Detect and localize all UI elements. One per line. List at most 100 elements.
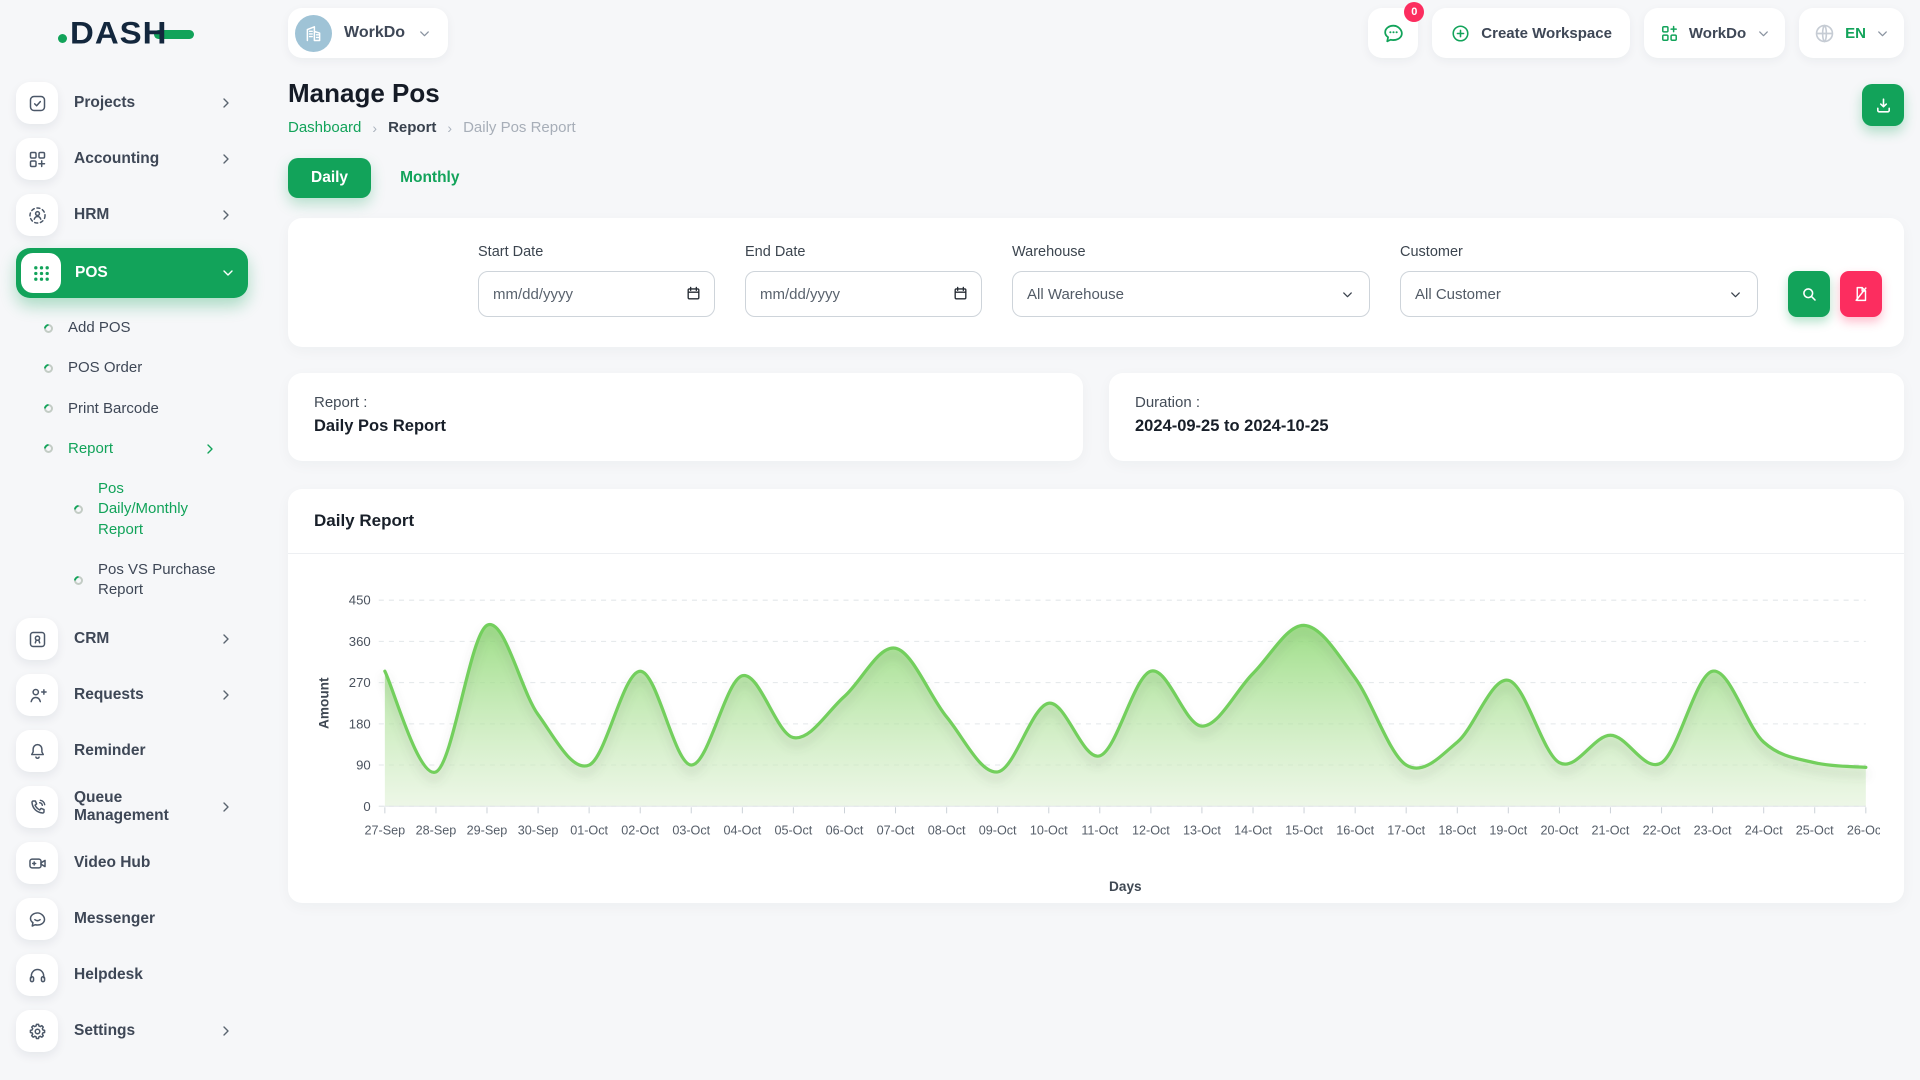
search-button[interactable] bbox=[1788, 271, 1830, 317]
chevron-separator-icon: › bbox=[447, 120, 452, 136]
sidebar-item-helpdesk[interactable]: Helpdesk bbox=[16, 952, 248, 998]
sidebar-item-label: Accounting bbox=[74, 150, 218, 168]
warehouse-select[interactable]: All Warehouse bbox=[1012, 271, 1370, 317]
gear-icon bbox=[16, 1010, 58, 1052]
end-date-input[interactable] bbox=[745, 271, 982, 317]
svg-text:17-Oct: 17-Oct bbox=[1387, 824, 1425, 838]
sidebar-item-label: Helpdesk bbox=[74, 966, 234, 984]
svg-text:19-Oct: 19-Oct bbox=[1489, 824, 1527, 838]
svg-text:08-Oct: 08-Oct bbox=[928, 824, 966, 838]
svg-text:21-Oct: 21-Oct bbox=[1592, 824, 1630, 838]
tab-monthly[interactable]: Monthly bbox=[377, 158, 482, 198]
svg-text:13-Oct: 13-Oct bbox=[1183, 824, 1221, 838]
workspace-selector[interactable]: WorkDo bbox=[288, 8, 448, 58]
chevron-right-icon bbox=[218, 1023, 234, 1039]
download-button[interactable] bbox=[1862, 84, 1904, 126]
bullet-icon bbox=[42, 362, 55, 375]
bell-icon bbox=[16, 730, 58, 772]
sidebar-item-label: Requests bbox=[74, 686, 218, 704]
duration-summary-card: Duration : 2024-09-25 to 2024-10-25 bbox=[1109, 373, 1904, 461]
sidebar-subitem-print-barcode[interactable]: Print Barcode bbox=[16, 389, 248, 429]
y-axis-title: Amount bbox=[316, 677, 331, 729]
svg-text:0: 0 bbox=[363, 799, 370, 814]
breadcrumb-dashboard[interactable]: Dashboard bbox=[288, 119, 361, 136]
download-icon bbox=[1874, 96, 1893, 115]
svg-text:03-Oct: 03-Oct bbox=[672, 824, 710, 838]
sidebar-item-label: Settings bbox=[74, 1022, 218, 1040]
svg-text:360: 360 bbox=[349, 634, 371, 649]
warehouse-select-value: All Warehouse bbox=[1027, 286, 1124, 303]
sidebar-item-hrm[interactable]: HRM bbox=[16, 192, 248, 238]
sidebar-subitem-report[interactable]: Report bbox=[16, 429, 248, 469]
sidebar-item-label: Video Hub bbox=[74, 854, 234, 872]
reset-button[interactable] bbox=[1840, 271, 1882, 317]
svg-text:18-Oct: 18-Oct bbox=[1438, 824, 1476, 838]
sidebar-item-requests[interactable]: Requests bbox=[16, 672, 248, 718]
sidebar-subitem-label: Pos Daily/Monthly Report bbox=[98, 479, 218, 540]
workspace-name: WorkDo bbox=[344, 24, 405, 42]
svg-text:09-Oct: 09-Oct bbox=[979, 824, 1017, 838]
create-workspace-button[interactable]: Create Workspace bbox=[1432, 8, 1630, 58]
phone-icon bbox=[16, 786, 58, 828]
sidebar-subitem-label: Print Barcode bbox=[68, 399, 218, 419]
chat-icon bbox=[16, 898, 58, 940]
svg-text:15-Oct: 15-Oct bbox=[1285, 824, 1323, 838]
svg-text:06-Oct: 06-Oct bbox=[826, 824, 864, 838]
reset-icon bbox=[1852, 285, 1870, 303]
topbar: DASH WorkDo 0 Create Workspace WorkDo bbox=[0, 0, 1920, 66]
customer-select-value: All Customer bbox=[1415, 286, 1501, 303]
sidebar-subitem-label: Add POS bbox=[68, 318, 218, 338]
tab-daily[interactable]: Daily bbox=[288, 158, 371, 198]
sidebar-item-accounting[interactable]: Accounting bbox=[16, 136, 248, 182]
video-icon bbox=[16, 842, 58, 884]
daily-report-chart: 09018027036045027-Sep28-Sep29-Sep30-Sep0… bbox=[288, 554, 1904, 903]
chevron-right-icon bbox=[218, 95, 234, 111]
page-header: Manage Pos Dashboard › Report › Daily Po… bbox=[288, 78, 1904, 136]
topbar-right: 0 Create Workspace WorkDo EN bbox=[1368, 8, 1904, 58]
svg-text:22-Oct: 22-Oct bbox=[1643, 824, 1681, 838]
sidebar-item-messenger[interactable]: Messenger bbox=[16, 896, 248, 942]
sidebar-item-queue-management[interactable]: Queue Management bbox=[16, 784, 248, 830]
breadcrumb-report[interactable]: Report bbox=[388, 119, 436, 136]
create-workspace-label: Create Workspace bbox=[1481, 25, 1612, 42]
sidebar-item-settings[interactable]: Settings bbox=[16, 1008, 248, 1054]
bullet-icon bbox=[42, 322, 55, 335]
sidebar-item-crm[interactable]: CRM bbox=[16, 616, 248, 662]
start-date-field: Start Date bbox=[478, 244, 715, 317]
customer-select[interactable]: All Customer bbox=[1400, 271, 1758, 317]
svg-text:28-Sep: 28-Sep bbox=[416, 824, 457, 838]
svg-text:180: 180 bbox=[349, 716, 371, 731]
sidebar-subitem-pos-vs-purchase-report[interactable]: Pos VS Purchase Report bbox=[16, 550, 248, 611]
svg-text:10-Oct: 10-Oct bbox=[1030, 824, 1068, 838]
report-label: Report : bbox=[314, 394, 1057, 411]
sidebar-subitem-pos-daily-monthly-report[interactable]: Pos Daily/Monthly Report bbox=[16, 469, 248, 550]
headset-icon bbox=[16, 954, 58, 996]
start-date-input[interactable] bbox=[478, 271, 715, 317]
chevron-down-icon bbox=[1340, 287, 1355, 302]
svg-text:12-Oct: 12-Oct bbox=[1132, 824, 1170, 838]
language-selector[interactable]: EN bbox=[1799, 8, 1904, 58]
svg-text:270: 270 bbox=[349, 675, 371, 690]
svg-text:01-Oct: 01-Oct bbox=[570, 824, 608, 838]
workspace-switcher[interactable]: WorkDo bbox=[1644, 8, 1785, 58]
dash-logo[interactable]: DASH bbox=[58, 14, 194, 52]
sidebar-subitem-add-pos[interactable]: Add POS bbox=[16, 308, 248, 348]
messages-button[interactable]: 0 bbox=[1368, 8, 1418, 58]
chevron-right-icon bbox=[218, 631, 234, 647]
warehouse-field: Warehouse All Warehouse bbox=[1012, 244, 1370, 317]
sidebar-item-reminder[interactable]: Reminder bbox=[16, 728, 248, 774]
svg-text:25-Oct: 25-Oct bbox=[1796, 824, 1834, 838]
category-icon bbox=[16, 138, 58, 180]
sidebar-item-video-hub[interactable]: Video Hub bbox=[16, 840, 248, 886]
report-mode-tabs: Daily Monthly bbox=[288, 158, 1904, 198]
grid-plus-icon bbox=[1660, 24, 1679, 43]
checkbox-icon bbox=[16, 82, 58, 124]
end-date-label: End Date bbox=[745, 244, 982, 260]
sidebar-item-projects[interactable]: Projects bbox=[16, 80, 248, 126]
customer-label: Customer bbox=[1400, 244, 1758, 260]
sidebar-item-pos[interactable]: POS bbox=[16, 248, 248, 298]
workspace-avatar bbox=[295, 15, 332, 52]
svg-text:30-Sep: 30-Sep bbox=[518, 824, 559, 838]
chart-card: Daily Report 09018027036045027-Sep28-Sep… bbox=[288, 489, 1904, 903]
sidebar-subitem-pos-order[interactable]: POS Order bbox=[16, 348, 248, 388]
